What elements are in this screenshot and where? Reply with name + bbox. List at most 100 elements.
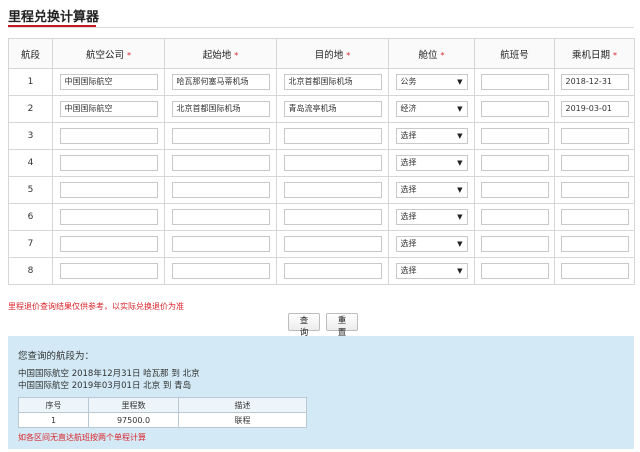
- table-row: 5 选择 ▼: [8, 176, 635, 204]
- destination-input[interactable]: [283, 236, 382, 252]
- cabin-select[interactable]: 选择 ▼: [395, 236, 468, 252]
- query-button[interactable]: 查询: [288, 313, 320, 338]
- result-panel: 您查询的航段为： 中国国际航空 2018年12月31日 哈瓦那 到 北京 中国国…: [8, 336, 634, 449]
- result-header-no: 序号: [18, 397, 89, 413]
- flight-number-input[interactable]: [480, 101, 549, 117]
- flight-number-input[interactable]: [480, 155, 549, 171]
- segment-input-table: 航段 航空公司 * 起始地 * 目的地 * 舱位 * 航班号 乘机日期 * 1 中国国际航…: [8, 38, 635, 285]
- result-header-miles: 里程数: [88, 397, 179, 413]
- result-header-row: 序号 里程数 描述: [18, 397, 307, 413]
- result-header-desc: 描述: [178, 397, 307, 413]
- result-segment: 中国国际航空 2019年03月01日 北京 到 青岛: [18, 381, 192, 391]
- origin-input[interactable]: [171, 182, 270, 198]
- segment-number: 3: [8, 122, 53, 150]
- result-heading: 您查询的航段为：: [18, 351, 95, 362]
- origin-input[interactable]: [171, 263, 270, 279]
- airline-input[interactable]: 中国国际航空: [59, 101, 158, 117]
- table-header-row: 航段 航空公司 * 起始地 * 目的地 * 舱位 * 航班号 乘机日期 *: [8, 38, 635, 69]
- result-note: 如各区间无直达航班按两个单程计算: [18, 433, 146, 442]
- required-mark: *: [440, 50, 445, 60]
- origin-input[interactable]: 北京首都国际机场: [171, 101, 270, 117]
- disclaimer-note: 里程退价查询结果仅供参考，以实际兑换退价为准: [8, 302, 184, 311]
- destination-input[interactable]: 青岛流亭机场: [283, 101, 382, 117]
- header-segment: 航段: [8, 38, 53, 69]
- date-input[interactable]: [560, 182, 629, 198]
- cabin-select[interactable]: 选择 ▼: [395, 263, 468, 279]
- origin-input[interactable]: [171, 209, 270, 225]
- dropdown-arrow-icon: ▼: [457, 78, 463, 86]
- result-segment: 中国国际航空 2018年12月31日 哈瓦那 到 北京: [18, 369, 200, 379]
- dropdown-arrow-icon: ▼: [457, 240, 463, 248]
- result-table: 序号 里程数 描述 1 97500.0 联程: [18, 397, 307, 428]
- airline-input[interactable]: [59, 209, 158, 225]
- origin-input[interactable]: [171, 155, 270, 171]
- airline-input[interactable]: [59, 155, 158, 171]
- destination-input[interactable]: [283, 263, 382, 279]
- table-row: 7 选择 ▼: [8, 230, 635, 258]
- segment-number: 2: [8, 95, 53, 123]
- required-mark: *: [234, 50, 239, 60]
- cabin-select[interactable]: 选择 ▼: [395, 182, 468, 198]
- destination-input[interactable]: [283, 128, 382, 144]
- airline-input[interactable]: [59, 128, 158, 144]
- table-row: 3 选择 ▼: [8, 122, 635, 150]
- segment-number: 6: [8, 203, 53, 231]
- cabin-select[interactable]: 选择 ▼: [395, 155, 468, 171]
- table-row: 6 选择 ▼: [8, 203, 635, 231]
- airline-input[interactable]: [59, 236, 158, 252]
- cabin-select[interactable]: 公务 ▼: [395, 74, 468, 90]
- header-cabin: 舱位 *: [388, 38, 475, 69]
- destination-input[interactable]: [283, 209, 382, 225]
- origin-input[interactable]: 哈瓦那何塞马蒂机场: [171, 74, 270, 90]
- dropdown-arrow-icon: ▼: [457, 186, 463, 194]
- flight-number-input[interactable]: [480, 236, 549, 252]
- date-input[interactable]: [560, 263, 629, 279]
- header-destination: 目的地 *: [276, 38, 389, 69]
- flight-number-input[interactable]: [480, 74, 549, 90]
- page-title: 里程兑换计算器: [8, 10, 100, 25]
- dropdown-arrow-icon: ▼: [457, 159, 463, 167]
- cabin-select[interactable]: 经济 ▼: [395, 101, 468, 117]
- airline-input[interactable]: [59, 263, 158, 279]
- segment-number: 5: [8, 176, 53, 204]
- header-flight-no: 航班号: [474, 38, 555, 69]
- required-mark: *: [613, 50, 617, 60]
- header-date: 乘机日期 *: [554, 38, 635, 69]
- table-row: 1 97500.0 联程: [18, 412, 307, 428]
- destination-input[interactable]: [283, 155, 382, 171]
- segment-number: 7: [8, 230, 53, 258]
- table-row: 8 选择 ▼: [8, 257, 635, 285]
- date-input[interactable]: [560, 209, 629, 225]
- table-row: 2 中国国际航空 北京首都国际机场 青岛流亭机场 经济 ▼ 2019-03-01: [8, 95, 635, 123]
- table-row: 4 选择 ▼: [8, 149, 635, 177]
- table-row: 1 中国国际航空 哈瓦那何塞马蒂机场 北京首都国际机场 公务 ▼ 2018-12-…: [8, 68, 635, 96]
- required-mark: *: [127, 50, 131, 60]
- origin-input[interactable]: [171, 128, 270, 144]
- result-no: 1: [18, 412, 89, 428]
- destination-input[interactable]: 北京首都国际机场: [283, 74, 382, 90]
- cabin-select[interactable]: 选择 ▼: [395, 128, 468, 144]
- origin-input[interactable]: [171, 236, 270, 252]
- date-input[interactable]: 2018-12-31: [560, 74, 629, 90]
- date-input[interactable]: [560, 128, 629, 144]
- reset-button[interactable]: 重置: [326, 313, 358, 338]
- segment-number: 8: [8, 257, 53, 285]
- flight-number-input[interactable]: [480, 128, 549, 144]
- destination-input[interactable]: [283, 182, 382, 198]
- date-input[interactable]: 2019-03-01: [560, 101, 629, 117]
- airline-input[interactable]: 中国国际航空: [59, 74, 158, 90]
- dropdown-arrow-icon: ▼: [457, 267, 463, 275]
- date-input[interactable]: [560, 155, 629, 171]
- airline-input[interactable]: [59, 182, 158, 198]
- flight-number-input[interactable]: [480, 263, 549, 279]
- header-airline: 航空公司 *: [52, 38, 165, 69]
- required-mark: *: [346, 50, 351, 60]
- flight-number-input[interactable]: [480, 209, 549, 225]
- result-miles: 97500.0: [88, 412, 179, 428]
- flight-number-input[interactable]: [480, 182, 549, 198]
- date-input[interactable]: [560, 236, 629, 252]
- dropdown-arrow-icon: ▼: [457, 132, 463, 140]
- cabin-select[interactable]: 选择 ▼: [395, 209, 468, 225]
- title-divider: [8, 27, 634, 28]
- header-origin: 起始地 *: [164, 38, 277, 69]
